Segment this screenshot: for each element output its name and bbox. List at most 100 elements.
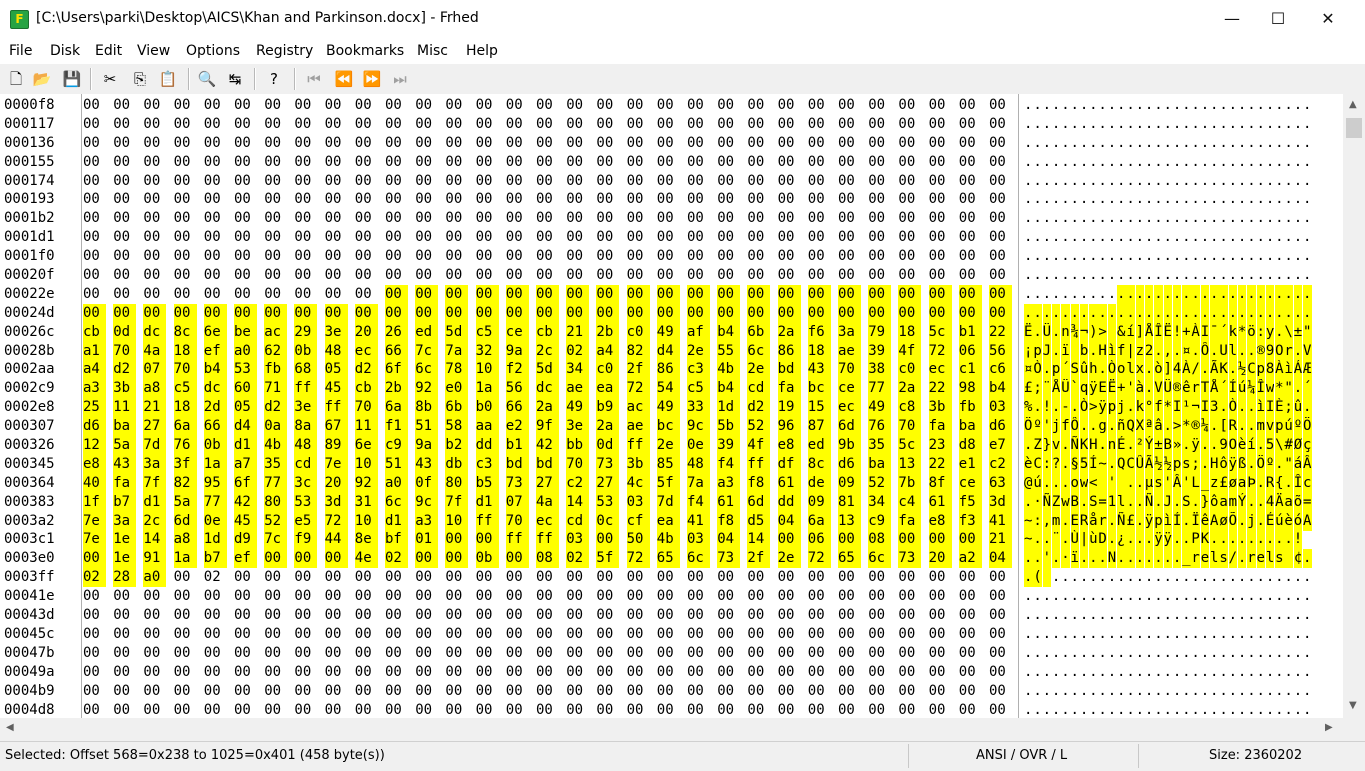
ascii-char[interactable]: _ — [1200, 473, 1210, 493]
ascii-char[interactable]: à — [1135, 379, 1145, 399]
ascii-char[interactable]: § — [1070, 454, 1079, 474]
ascii-char[interactable]: . — [1089, 153, 1098, 172]
ascii-char[interactable]: n — [1107, 436, 1117, 455]
hex-byte[interactable]: 00 — [868, 568, 891, 587]
ascii-char[interactable]: Ë — [1107, 379, 1117, 399]
ascii-char[interactable]: . — [1257, 682, 1266, 701]
hex-byte[interactable]: 52 — [264, 511, 288, 531]
ascii-char[interactable]: . — [1052, 209, 1061, 228]
hex-byte[interactable]: c1 — [958, 360, 982, 380]
hex-byte[interactable]: 60 — [234, 379, 257, 399]
hex-byte[interactable]: 00 — [324, 303, 348, 323]
ascii-char[interactable]: . — [1182, 436, 1191, 455]
ascii-char[interactable]: . — [1247, 701, 1256, 719]
ascii-char[interactable]: ' — [1182, 473, 1191, 493]
ascii-char[interactable]: . — [1257, 663, 1266, 682]
hex-byte[interactable]: 00 — [476, 663, 499, 682]
hex-byte[interactable]: 40 — [83, 473, 106, 493]
hex-byte[interactable]: 00 — [415, 153, 438, 172]
ascii-char[interactable]: . — [1089, 568, 1098, 587]
ascii-char[interactable]: . — [1247, 492, 1256, 512]
hex-byte[interactable]: 00 — [747, 209, 770, 228]
ascii-char[interactable]: . — [1061, 701, 1070, 719]
ascii-char[interactable]: . — [1080, 701, 1089, 719]
hex-byte[interactable]: 00 — [506, 682, 529, 701]
hex-byte[interactable]: 00 — [838, 606, 861, 625]
ascii-char[interactable]: : — [1256, 322, 1265, 342]
ascii-char[interactable]: . — [1257, 606, 1266, 625]
ascii-char[interactable]: . — [1144, 284, 1154, 304]
hex-byte[interactable]: 00 — [747, 228, 770, 247]
ascii-char[interactable]: . — [1201, 625, 1210, 644]
hex-byte[interactable]: 00 — [204, 228, 227, 247]
ascii-char[interactable]: . — [1257, 190, 1266, 209]
ascii-char[interactable]: . — [1145, 172, 1154, 191]
hex-byte[interactable]: 00 — [778, 190, 801, 209]
hex-byte[interactable]: 00 — [989, 606, 1012, 625]
ascii-char[interactable]: . — [1080, 606, 1089, 625]
ascii-char[interactable]: . — [1098, 568, 1107, 587]
hex-byte[interactable]: 00 — [808, 247, 831, 266]
ascii-char[interactable]: . — [1266, 153, 1275, 172]
hex-byte[interactable]: 00 — [143, 625, 166, 644]
ascii-char[interactable]: . — [1294, 701, 1303, 719]
hex-byte[interactable]: 00 — [355, 625, 378, 644]
ascii-char[interactable]: q — [1079, 379, 1089, 399]
hex-byte[interactable]: 70 — [505, 511, 529, 531]
hex-byte[interactable]: 49 — [868, 398, 892, 418]
hex-byte[interactable]: 00 — [959, 247, 982, 266]
ascii-char[interactable]: . — [1043, 209, 1052, 228]
hex-byte[interactable]: 00 — [113, 172, 136, 191]
ascii-char[interactable]: . — [1182, 266, 1191, 285]
ascii-char[interactable]: . — [1219, 663, 1228, 682]
ascii-char[interactable]: . — [1136, 266, 1145, 285]
hex-byte[interactable]: 82 — [173, 473, 197, 493]
hex-byte[interactable]: 00 — [989, 134, 1012, 153]
ascii-char[interactable]: . — [1136, 625, 1145, 644]
ascii-char[interactable]: . — [1024, 303, 1033, 323]
hex-byte[interactable]: 11 — [113, 398, 137, 418]
hex-byte[interactable]: 00 — [536, 172, 559, 191]
ascii-char[interactable]: . — [1210, 663, 1219, 682]
ascii-char[interactable]: . — [1266, 115, 1275, 134]
hex-byte[interactable]: 00 — [445, 153, 468, 172]
ascii-char[interactable]: . — [1108, 172, 1117, 191]
ascii-char[interactable]: . — [1201, 682, 1210, 701]
ascii-char[interactable]: ø — [1219, 511, 1228, 531]
hex-byte[interactable]: 00 — [264, 190, 287, 209]
hex-byte[interactable]: 6a — [173, 417, 197, 437]
hex-byte[interactable]: 00 — [83, 172, 106, 191]
hex-byte[interactable]: 00 — [929, 209, 952, 228]
hex-byte[interactable]: 00 — [838, 530, 861, 550]
hex-byte[interactable]: 00 — [536, 568, 559, 587]
hex-byte[interactable]: 00 — [838, 228, 861, 247]
ascii-char[interactable]: . — [1126, 701, 1135, 719]
ascii-char[interactable]: . — [1089, 682, 1098, 701]
ascii-char[interactable]: . — [1033, 285, 1042, 304]
ascii-char[interactable]: ' — [1107, 473, 1117, 493]
ascii-char[interactable]: . — [1144, 530, 1154, 550]
ascii-char[interactable]: . — [1043, 96, 1052, 115]
ascii-char[interactable]: ì — [1163, 511, 1172, 531]
ascii-char[interactable]: . — [1052, 115, 1061, 134]
ascii-char[interactable]: . — [1191, 115, 1200, 134]
ascii-char[interactable]: . — [1126, 209, 1135, 228]
hex-byte[interactable]: 00 — [566, 172, 589, 191]
hex-byte[interactable]: de — [807, 473, 831, 493]
ascii-char[interactable]: ! — [1293, 530, 1303, 550]
hex-byte[interactable]: 00 — [445, 606, 468, 625]
ascii-char[interactable]: . — [1173, 587, 1182, 606]
hex-byte[interactable]: 00 — [808, 625, 831, 644]
ascii-char[interactable]: . — [1145, 568, 1154, 587]
ascii-char[interactable]: . — [1108, 247, 1117, 266]
hex-byte[interactable]: 02 — [83, 568, 106, 588]
ascii-char[interactable]: R — [1265, 473, 1275, 493]
ascii-char[interactable]: ì — [1107, 341, 1117, 361]
ascii-char[interactable]: Ä — [1275, 492, 1284, 512]
ascii-char[interactable]: P — [1191, 530, 1200, 550]
hex-byte[interactable]: 00 — [355, 568, 378, 587]
ascii-char[interactable]: ¬ — [1079, 322, 1089, 342]
ascii-char[interactable]: . — [1303, 682, 1312, 701]
hex-byte[interactable]: 00 — [778, 644, 801, 663]
hex-byte[interactable]: 00 — [929, 606, 952, 625]
